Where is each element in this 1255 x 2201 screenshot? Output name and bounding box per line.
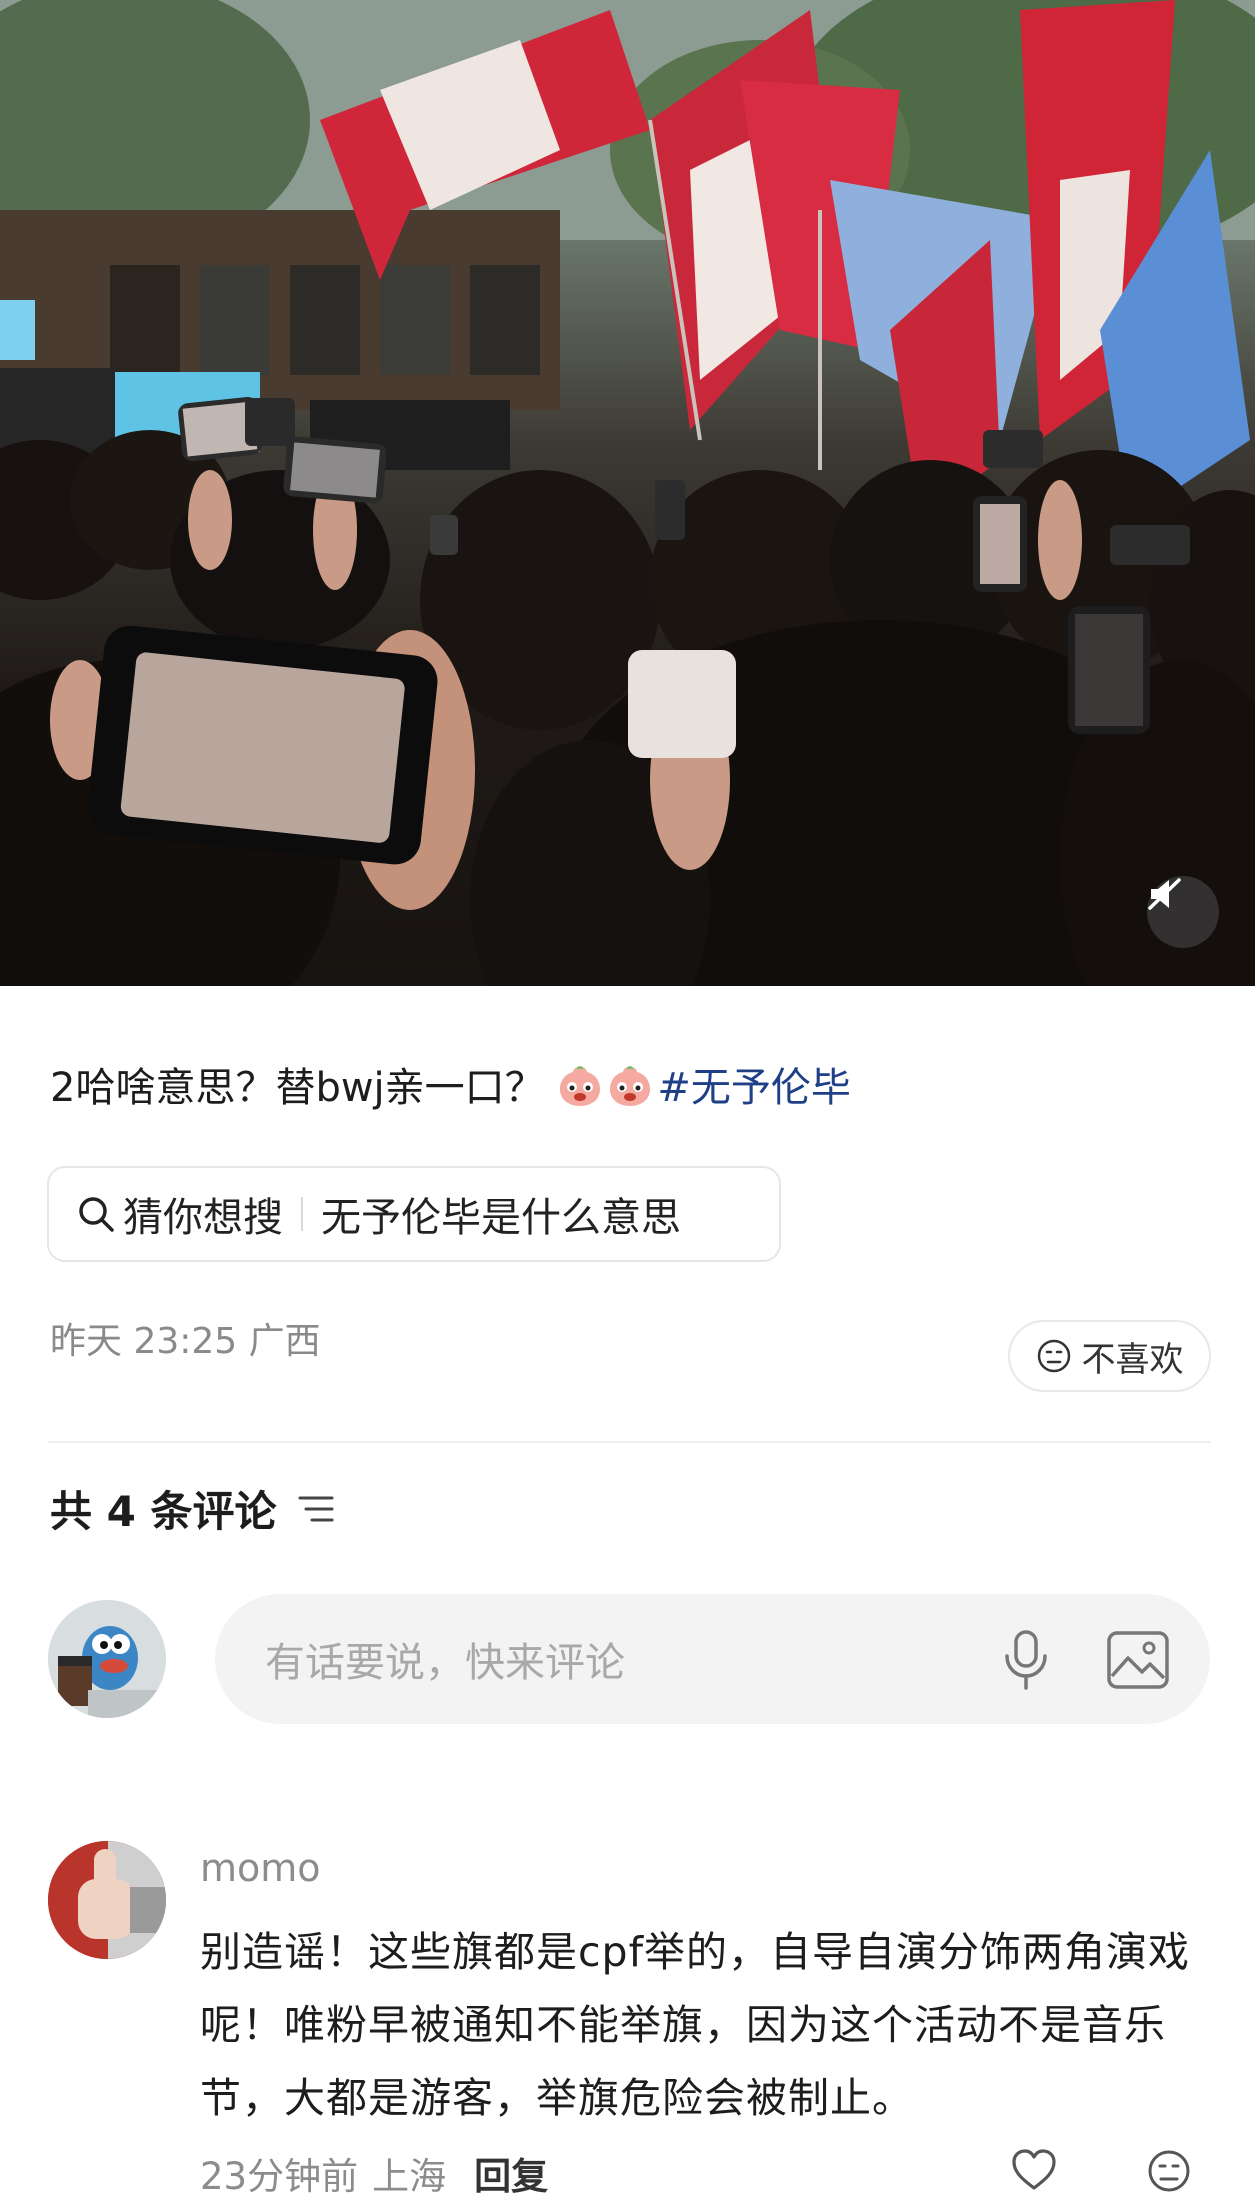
post-location: 广西 bbox=[248, 1321, 321, 1362]
comment-footer: 23分钟前 上海 回复 bbox=[200, 2146, 548, 2200]
comment-input-placeholder: 有话要说，快来评论 bbox=[265, 1640, 625, 1686]
my-avatar[interactable] bbox=[48, 1600, 166, 1718]
avatar-image bbox=[48, 1600, 166, 1718]
comment-username[interactable]: momo bbox=[200, 1846, 321, 1890]
unhappy-face-icon bbox=[1037, 1339, 1070, 1373]
divider bbox=[301, 1197, 303, 1231]
comment-input[interactable]: 有话要说，快来评论 bbox=[215, 1594, 1210, 1724]
comment-text: 别造谣！这些旗都是cpf举的，自导自演分饰两角演戏呢！唯粉早被通知不能举旗，因为… bbox=[200, 1928, 1190, 2122]
search-icon bbox=[79, 1197, 114, 1232]
mute-button[interactable] bbox=[1147, 876, 1219, 948]
search-suggestion[interactable]: 猜你想搜 无予伦毕是什么意思 bbox=[47, 1166, 781, 1262]
dislike-label: 不喜欢 bbox=[1081, 1339, 1184, 1380]
avatar-image bbox=[48, 1841, 166, 1959]
crying-face-emoji-icon bbox=[560, 1066, 601, 1106]
sort-icon[interactable] bbox=[298, 1493, 334, 1525]
unhappy-face-icon[interactable] bbox=[1146, 2148, 1192, 2194]
comment-location: 上海 bbox=[372, 2155, 447, 2198]
crying-face-emoji-icon bbox=[610, 1066, 651, 1106]
comment-count: 共 4 条评论 bbox=[50, 1487, 277, 1536]
comment-time: 23分钟前 bbox=[200, 2155, 359, 2198]
reply-button[interactable]: 回复 bbox=[474, 2146, 548, 2200]
search-suggestion-prefix: 猜你想搜 bbox=[123, 1195, 283, 1241]
hashtag-link[interactable]: #无予伦毕 bbox=[657, 1065, 851, 1111]
heart-icon[interactable] bbox=[1010, 2148, 1058, 2192]
concert-crowd-image bbox=[0, 0, 1255, 986]
dislike-button[interactable]: 不喜欢 bbox=[1008, 1320, 1211, 1392]
search-suggestion-query: 无予伦毕是什么意思 bbox=[321, 1195, 681, 1241]
microphone-icon[interactable] bbox=[1000, 1628, 1052, 1692]
post-caption: 2哈啥意思？替bwj亲一口？ #无予伦毕 bbox=[50, 1054, 851, 1122]
post-time: 昨天 23:25 bbox=[50, 1321, 238, 1362]
post-caption-text: 2哈啥意思？替bwj亲一口？ bbox=[50, 1065, 545, 1111]
speaker-muted-icon bbox=[1148, 878, 1181, 910]
comment-count-header: 共 4 条评论 bbox=[50, 1478, 334, 1539]
image-icon[interactable] bbox=[1106, 1630, 1170, 1690]
post-photo[interactable] bbox=[0, 0, 1255, 986]
section-divider bbox=[48, 1441, 1211, 1443]
comment-avatar[interactable] bbox=[48, 1841, 166, 1959]
post-meta: 昨天 23:25 广西 bbox=[50, 1312, 321, 1364]
